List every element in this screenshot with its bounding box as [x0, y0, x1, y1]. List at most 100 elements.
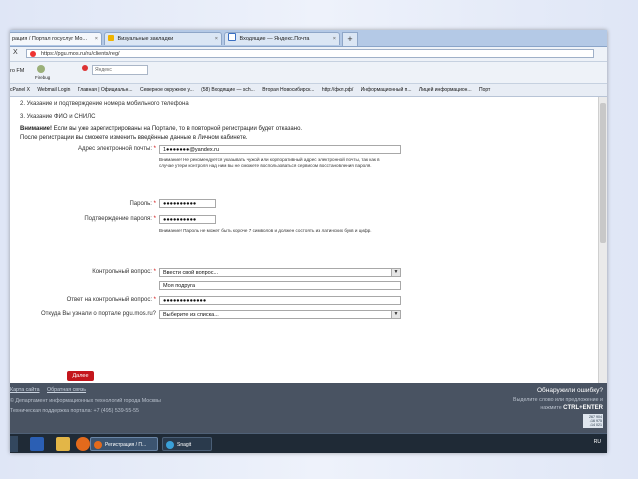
- registration-warning: Внимание! Если вы уже зарегистрированы н…: [20, 125, 340, 143]
- close-tab-icon[interactable]: ×: [333, 33, 336, 45]
- tab-visual-bookmarks[interactable]: Визуальные закладки ×: [104, 32, 222, 45]
- step-name-snils: 3. Указание ФИО и СНИЛС: [20, 114, 96, 120]
- toolbar-item-fm[interactable]: ro FM: [10, 68, 24, 74]
- source-select[interactable]: Выберите из списка... ▼: [159, 310, 401, 319]
- bookmark-item[interactable]: (58) Входящие — sch...: [201, 87, 255, 93]
- error-report-keys: нажмите CTRL+ENTER: [540, 405, 603, 411]
- warning-text: Если вы уже зарегистрированы на Портале,…: [52, 126, 303, 132]
- required-mark: *: [153, 297, 156, 303]
- visit-counter: 267 904 ↓16 975 ↓14 021: [583, 414, 603, 428]
- site-identity-icon[interactable]: [30, 51, 36, 57]
- bookmark-item[interactable]: cPanel X: [10, 87, 30, 93]
- bookmarks-bar: cPanel X Webmail Login Главная | Официал…: [10, 84, 607, 97]
- counter-line: ↓14 021: [589, 423, 602, 427]
- tab-label: Входящие — Яндекс.Почта: [239, 36, 310, 42]
- tab-label: Визуальные закладки: [117, 36, 174, 42]
- password-hint: Внимание! Пароль не может быть короче 7 …: [159, 228, 372, 233]
- address-bar[interactable]: https://pgu.mos.ru/ru/clients/reg/: [26, 49, 594, 58]
- bookmark-item[interactable]: Webmail Login: [37, 87, 70, 93]
- feedback-link[interactable]: Обратная связь: [47, 387, 86, 393]
- bookmark-item[interactable]: http://фкл.рф/: [322, 87, 353, 93]
- snagit-icon: [166, 441, 174, 449]
- language-indicator[interactable]: RU: [594, 439, 601, 445]
- step-phone: 2. Указание и подтверждение номера мобил…: [20, 101, 189, 107]
- bookmark-item[interactable]: Вторая Новосибирск...: [262, 87, 314, 93]
- firebug-label[interactable]: Firebug: [35, 75, 50, 80]
- warning-text-2: После регистрации вы сможете изменить вв…: [20, 135, 248, 141]
- task-label: Регистрация / П...: [105, 442, 147, 448]
- email-label: Адрес электронной почты: *: [30, 146, 156, 152]
- security-question-label: Контрольный вопрос: *: [30, 269, 156, 275]
- security-question-selected: Ввести свой вопрос...: [163, 270, 219, 276]
- taskbar-snagit-task[interactable]: Snagit: [162, 437, 212, 451]
- tab-label: рация / Портал госуслуг Мо...: [12, 36, 88, 42]
- folder-icon[interactable]: [56, 437, 70, 451]
- firefox-icon[interactable]: [76, 437, 90, 451]
- password-confirm-label-text: Подтверждение пароля:: [84, 216, 152, 222]
- yandex-search-input[interactable]: Яндекс: [92, 65, 148, 75]
- answer-label: Ответ на контрольный вопрос: *: [30, 297, 156, 303]
- error-report-title: Обнаружили ошибку?: [536, 387, 603, 394]
- bookmark-item[interactable]: Северное окружное у...: [140, 87, 194, 93]
- required-mark: *: [153, 146, 156, 152]
- footer-org: © Департамент информационных технологий …: [10, 398, 161, 404]
- warning-label: Внимание!: [20, 126, 52, 132]
- email-label-text: Адрес электронной почты:: [77, 146, 152, 152]
- footer-support: Техническая поддержка портала: +7 (495) …: [10, 408, 139, 414]
- firefox-icon: [94, 441, 102, 449]
- bookmark-item[interactable]: Главная | Официальн...: [78, 87, 133, 93]
- custom-question-field[interactable]: Моя подруга: [159, 281, 401, 290]
- password-confirm-label: Подтверждение пароля: *: [30, 216, 156, 222]
- new-tab-button[interactable]: +: [342, 32, 358, 46]
- browser-window: рация / Портал госуслуг Мо... × Визуальн…: [10, 30, 607, 453]
- password-label: Пароль: *: [30, 201, 156, 207]
- error-keys: CTRL+ENTER: [563, 405, 603, 411]
- password-label-text: Пароль:: [129, 201, 152, 207]
- navigation-bar: X https://pgu.mos.ru/ru/clients/reg/: [10, 47, 607, 62]
- bookmark-item[interactable]: Порт: [479, 87, 490, 93]
- password-field[interactable]: ●●●●●●●●●●: [159, 199, 216, 208]
- source-label: Откуда Вы узнали о портале pgu.mos.ru?: [41, 311, 156, 317]
- bookmark-item[interactable]: Информационный п...: [361, 87, 412, 93]
- word-icon[interactable]: [30, 437, 44, 451]
- security-question-select[interactable]: Ввести свой вопрос... ▼: [159, 268, 401, 277]
- answer-field[interactable]: ●●●●●●●●●●●●●: [159, 296, 401, 305]
- yandex-icon: [108, 35, 114, 41]
- close-tab-icon[interactable]: ×: [215, 33, 218, 45]
- page-content: 2. Указание и подтверждение номера мобил…: [10, 97, 607, 383]
- page-footer: Карта сайта Обратная связь © Департамент…: [10, 383, 607, 433]
- tab-registration[interactable]: рация / Портал госуслуг Мо... ×: [10, 32, 102, 45]
- stop-button[interactable]: X: [13, 49, 18, 56]
- source-selected: Выберите из списка...: [163, 312, 219, 318]
- answer-label-text: Ответ на контрольный вопрос:: [66, 297, 152, 303]
- tab-bar: рация / Портал госуслуг Мо... × Визуальн…: [10, 30, 607, 47]
- footer-links: Карта сайта Обратная связь: [10, 387, 92, 393]
- firebug-icon[interactable]: [37, 65, 45, 73]
- email-hint: Внимание! Не рекомендуется указывать чуж…: [159, 157, 380, 169]
- next-button[interactable]: Далее: [67, 371, 94, 381]
- bookmark-item[interactable]: Лицей информацион...: [419, 87, 472, 93]
- sitemap-link[interactable]: Карта сайта: [10, 387, 40, 393]
- close-tab-icon[interactable]: ×: [95, 33, 98, 45]
- security-question-label-text: Контрольный вопрос:: [92, 269, 152, 275]
- start-button[interactable]: [10, 436, 18, 452]
- task-label: Snagit: [177, 442, 192, 448]
- vertical-scrollbar[interactable]: [598, 97, 607, 383]
- url-text: https://pgu.mos.ru/ru/clients/reg/: [41, 51, 120, 57]
- tab-yandex-mail[interactable]: Входящие — Яндекс.Почта ×: [224, 32, 340, 45]
- email-field[interactable]: 1●●●●●●●@yandex.ru: [159, 145, 401, 154]
- required-mark: *: [153, 201, 156, 207]
- error-hint-2: нажмите: [540, 405, 562, 411]
- taskbar-firefox-task[interactable]: Регистрация / П...: [90, 437, 158, 451]
- taskbar: Регистрация / П... Snagit RU: [10, 433, 607, 453]
- required-mark: *: [153, 269, 156, 275]
- chevron-down-icon[interactable]: ▼: [391, 311, 400, 318]
- addon-toolbar: ro FM Firebug Яндекс: [10, 62, 607, 84]
- scrollbar-thumb[interactable]: [600, 103, 606, 243]
- error-report-hint: Выделите слово или предложение и: [513, 397, 603, 403]
- required-mark: *: [153, 216, 156, 222]
- mail-icon: [228, 33, 236, 41]
- chevron-down-icon[interactable]: ▼: [391, 269, 400, 276]
- password-confirm-field[interactable]: ●●●●●●●●●●: [159, 215, 216, 224]
- yandex-icon: [82, 65, 88, 71]
